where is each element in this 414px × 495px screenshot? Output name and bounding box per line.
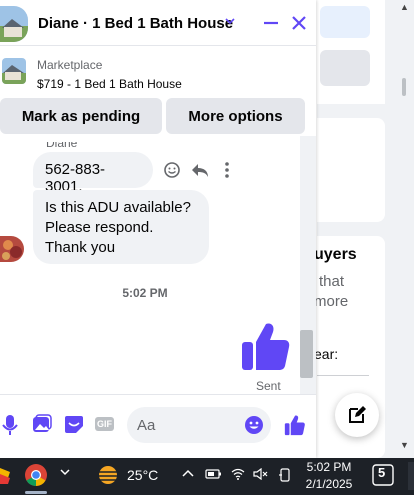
background-text: that: [319, 273, 345, 290]
image-icon[interactable]: [32, 414, 52, 434]
scroll-down-arrow-icon[interactable]: ▼: [400, 440, 409, 450]
notification-count-badge: 5: [378, 465, 386, 480]
background-button[interactable]: [320, 50, 370, 86]
page-scroll-thumb[interactable]: [402, 78, 406, 96]
microphone-icon[interactable]: [2, 414, 18, 436]
close-icon[interactable]: [290, 14, 308, 32]
new-message-button[interactable]: [335, 393, 379, 437]
react-emoji-icon[interactable]: [163, 161, 181, 179]
message-timestamp: 5:02 PM: [122, 286, 168, 300]
background-heading: uyers: [314, 246, 357, 263]
active-app-indicator: [25, 491, 47, 494]
reply-icon[interactable]: [191, 161, 209, 179]
chevron-down-icon[interactable]: [60, 466, 70, 480]
like-button-icon[interactable]: [284, 414, 306, 436]
sent-status: Sent: [256, 379, 281, 393]
message-bubble[interactable]: 562-883-3001.: [33, 152, 153, 195]
minimize-icon[interactable]: [262, 13, 280, 33]
gif-icon[interactable]: GIF: [95, 417, 114, 431]
sticker-icon[interactable]: [64, 414, 84, 434]
chrome-icon[interactable]: [24, 463, 48, 487]
background-text: ear:: [314, 346, 339, 362]
compose-icon: [349, 406, 366, 423]
avatar[interactable]: [0, 6, 28, 42]
thumbs-up-icon: [242, 323, 290, 370]
listing-category: Marketplace: [37, 58, 103, 72]
listing-thumbnail[interactable]: [2, 58, 26, 84]
scroll-up-arrow-icon[interactable]: ▲: [400, 2, 409, 12]
temperature-label[interactable]: 25°C: [127, 467, 158, 483]
divider: [317, 375, 369, 376]
background-card: [317, 118, 385, 222]
background-button[interactable]: [320, 6, 370, 38]
chevron-up-icon[interactable]: [181, 467, 195, 479]
background-text: more: [314, 293, 349, 310]
show-desktop-button[interactable]: [408, 462, 414, 490]
mark-as-pending-button[interactable]: Mark as pending: [0, 98, 162, 134]
message-bubble[interactable]: Is this ADU available? Please respond. T…: [33, 190, 209, 264]
more-options-button[interactable]: More options: [166, 98, 305, 134]
emoji-icon[interactable]: [244, 415, 264, 435]
clock-date[interactable]: 2/1/2025: [301, 477, 357, 491]
app-icon[interactable]: [0, 464, 12, 486]
more-options-icon[interactable]: [224, 161, 230, 179]
chat-scroll-thumb[interactable]: [300, 330, 313, 378]
weather-icon[interactable]: [96, 463, 120, 487]
volume-muted-icon[interactable]: [253, 468, 269, 480]
chat-title[interactable]: Diane · 1 Bed 1 Bath House: [38, 15, 233, 32]
listing-title[interactable]: $719 - 1 Bed 1 Bath House: [37, 77, 182, 91]
phone-link-icon[interactable]: [278, 468, 292, 482]
wifi-icon[interactable]: [231, 468, 245, 480]
battery-icon[interactable]: [205, 468, 223, 480]
page-scrollbar[interactable]: [395, 0, 414, 458]
clock-time[interactable]: 5:02 PM: [301, 460, 357, 474]
chevron-down-icon[interactable]: [224, 15, 236, 27]
